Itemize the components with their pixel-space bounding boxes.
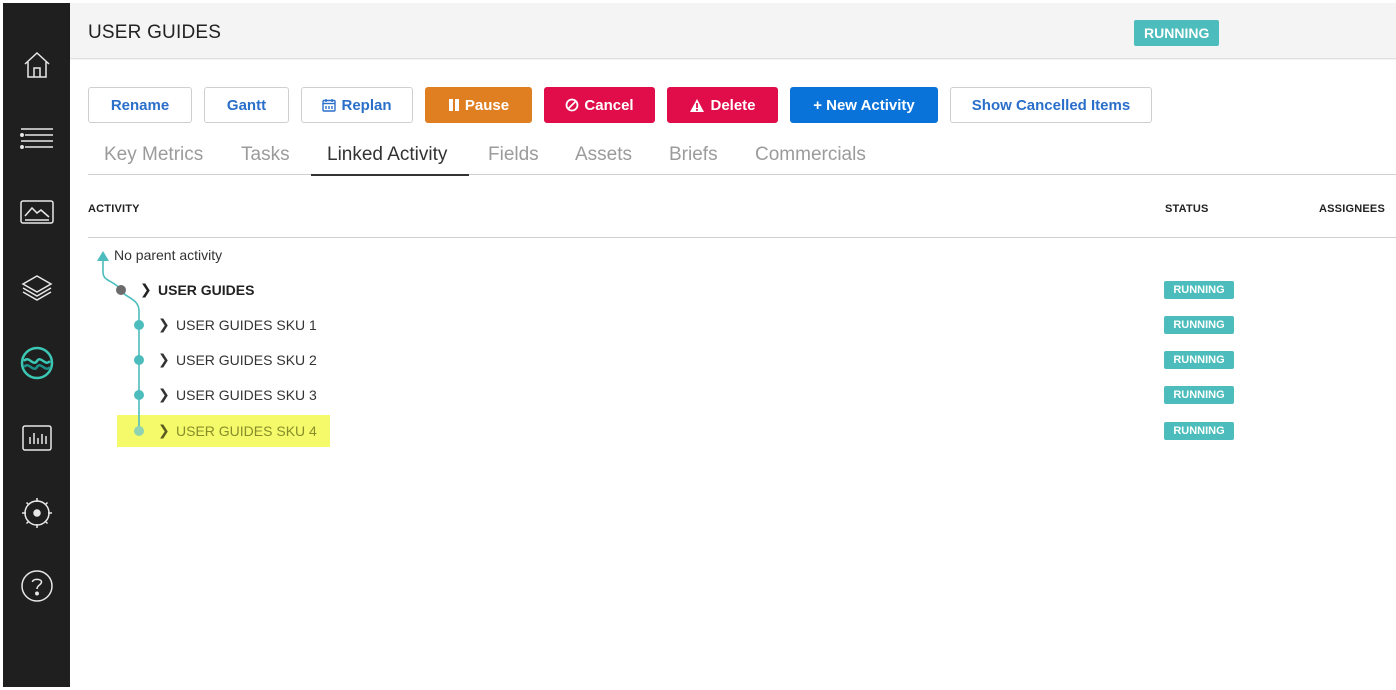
- row-label: USER GUIDES SKU 2: [176, 351, 317, 368]
- tree-row-sku-3[interactable]: ❯ USER GUIDES SKU 3: [158, 386, 317, 403]
- layers-icon[interactable]: [17, 268, 57, 308]
- chevron-right-icon[interactable]: ❯: [158, 422, 170, 439]
- pause-button[interactable]: Pause: [425, 87, 532, 123]
- gear-icon[interactable]: [17, 493, 57, 533]
- status-badge: RUNNING: [1164, 351, 1234, 369]
- page-title: USER GUIDES: [88, 22, 222, 43]
- row-label: USER GUIDES SKU 1: [176, 316, 317, 333]
- status-badge: RUNNING: [1164, 386, 1234, 404]
- row-label: USER GUIDES SKU 3: [176, 386, 317, 403]
- tab-linked-activity[interactable]: Linked Activity: [327, 144, 447, 166]
- page-header: USER GUIDES RUNNING: [70, 3, 1396, 59]
- tree-row-user-guides[interactable]: ❯ USER GUIDES: [140, 281, 254, 298]
- cancel-label: Cancel: [584, 96, 634, 114]
- show-cancelled-label: Show Cancelled Items: [971, 96, 1131, 114]
- tab-briefs[interactable]: Briefs: [669, 144, 718, 166]
- tree-row-sku-2[interactable]: ❯ USER GUIDES SKU 2: [158, 351, 317, 368]
- warning-icon: [689, 98, 705, 113]
- wave-logo-icon[interactable]: [17, 343, 57, 383]
- tab-bar: Key Metrics Tasks Linked Activity Fields…: [88, 138, 1396, 176]
- status-badge: RUNNING: [1164, 422, 1234, 440]
- chevron-right-icon[interactable]: ❯: [158, 386, 170, 403]
- replan-button[interactable]: Replan: [301, 87, 413, 123]
- chevron-right-icon[interactable]: ❯: [158, 316, 170, 333]
- no-parent-label: No parent activity: [114, 247, 223, 263]
- list-icon[interactable]: [17, 118, 57, 158]
- calendar-icon: [322, 98, 337, 112]
- sidebar: [3, 3, 70, 687]
- table-divider: [88, 237, 1396, 238]
- tree-row-sku-4[interactable]: ❯ USER GUIDES SKU 4: [158, 422, 317, 439]
- status-badge: RUNNING: [1134, 20, 1220, 46]
- tab-fields[interactable]: Fields: [488, 144, 539, 166]
- active-tab-indicator: [311, 174, 469, 176]
- chevron-right-icon[interactable]: ❯: [158, 351, 170, 368]
- status-badge: RUNNING: [1164, 281, 1234, 299]
- chevron-right-icon[interactable]: ❯: [140, 281, 152, 298]
- row-label: USER GUIDES SKU 4: [176, 422, 317, 439]
- home-icon[interactable]: [17, 45, 57, 85]
- column-header-status: STATUS: [1165, 203, 1209, 215]
- new-activity-label: + New Activity: [813, 96, 915, 114]
- new-activity-button[interactable]: + New Activity: [790, 87, 938, 123]
- main-content: Rename Gantt Replan Pause Cancel Delete …: [70, 60, 1396, 687]
- pause-icon: [448, 98, 460, 112]
- pause-label: Pause: [464, 96, 510, 114]
- delete-label: Delete: [710, 96, 756, 114]
- media-icon[interactable]: [17, 193, 57, 233]
- column-header-assignees: ASSIGNEES: [1319, 203, 1385, 215]
- tab-commercials[interactable]: Commercials: [755, 144, 866, 166]
- replan-label: Replan: [341, 96, 392, 114]
- tab-assets[interactable]: Assets: [575, 144, 632, 166]
- row-label: USER GUIDES: [158, 281, 255, 298]
- cancel-button[interactable]: Cancel: [544, 87, 655, 123]
- ban-icon: [565, 98, 579, 112]
- delete-button[interactable]: Delete: [667, 87, 778, 123]
- help-icon[interactable]: [17, 566, 57, 606]
- show-cancelled-button[interactable]: Show Cancelled Items: [950, 87, 1152, 123]
- tree-row-sku-1[interactable]: ❯ USER GUIDES SKU 1: [158, 316, 317, 333]
- status-badge: RUNNING: [1164, 316, 1234, 334]
- bar-chart-icon[interactable]: [17, 418, 57, 458]
